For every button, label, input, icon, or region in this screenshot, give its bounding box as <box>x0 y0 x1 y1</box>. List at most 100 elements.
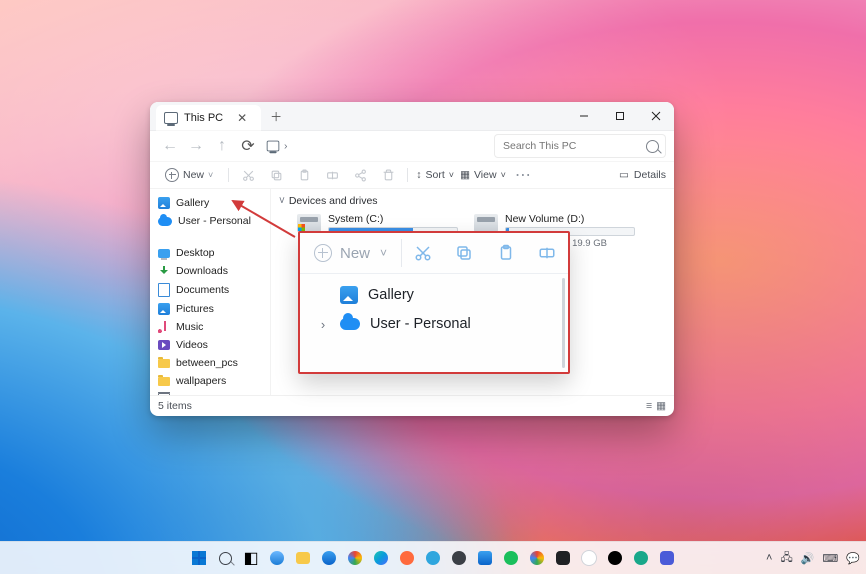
sidebar-item-pictures[interactable]: Pictures <box>156 301 264 317</box>
taskbar-app[interactable] <box>579 548 599 568</box>
chevron-right-icon[interactable]: › <box>316 317 330 332</box>
share-button[interactable] <box>349 164 371 186</box>
gallery-icon <box>158 197 170 209</box>
sidebar-item-documents[interactable]: Documents <box>156 281 264 299</box>
taskbar-app[interactable] <box>267 548 287 568</box>
copy-button[interactable] <box>265 164 287 186</box>
taskbar-app[interactable] <box>501 548 521 568</box>
close-tab-button[interactable]: ✕ <box>233 109 251 127</box>
popup-copy-button[interactable] <box>444 244 486 262</box>
refresh-button[interactable]: ⟳ <box>236 134 260 158</box>
item-count: 5 items <box>158 400 192 412</box>
delete-button[interactable] <box>377 164 399 186</box>
close-window-button[interactable] <box>638 102 674 130</box>
paste-button[interactable] <box>293 164 315 186</box>
taskbar-app[interactable] <box>605 548 625 568</box>
taskbar-app[interactable] <box>553 548 573 568</box>
taskbar-app[interactable] <box>449 548 469 568</box>
titlebar: This PC ✕ ＋ <box>150 102 674 131</box>
group-header-devices[interactable]: ˅ Devices and drives <box>271 193 674 209</box>
popup-paste-button[interactable] <box>485 244 527 262</box>
popup-toolbar: New ˅ <box>300 233 568 273</box>
taskbar-app[interactable] <box>657 548 677 568</box>
taskbar-center: ◧ <box>189 548 677 568</box>
forward-button[interactable]: → <box>184 134 208 158</box>
sidebar-item-folder-between-pcs[interactable]: between_pcs <box>156 355 264 371</box>
popup-scrollbar[interactable] <box>562 278 566 368</box>
rename-button[interactable] <box>321 164 343 186</box>
sidebar-item-music[interactable]: Music <box>156 319 264 335</box>
sidebar-item-downloads[interactable]: Downloads <box>156 263 264 279</box>
chevron-down-icon: ˅ <box>279 194 285 207</box>
sidebar-item-videos[interactable]: Videos <box>156 337 264 353</box>
search-field[interactable] <box>494 134 666 158</box>
search-button[interactable] <box>215 548 235 568</box>
folder-icon <box>158 359 170 368</box>
view-button[interactable]: ▦ View ˅ <box>460 169 506 181</box>
popup-cut-button[interactable] <box>402 244 444 262</box>
back-button[interactable]: ← <box>158 134 182 158</box>
notifications-icon[interactable]: 💬 <box>846 552 860 565</box>
this-pc-icon <box>267 141 280 152</box>
taskbar-app[interactable] <box>527 548 547 568</box>
tiles-view-toggle[interactable]: ▦ <box>656 400 666 412</box>
sort-button[interactable]: ↕ Sort ˅ <box>416 169 454 181</box>
breadcrumb[interactable]: › <box>266 140 288 152</box>
folder-icon <box>158 377 170 386</box>
new-tab-button[interactable]: ＋ <box>267 107 285 125</box>
new-button[interactable]: New ˅ <box>158 166 220 184</box>
network-icon[interactable]: 🖧 <box>780 549 792 568</box>
task-view-button[interactable]: ◧ <box>241 548 261 568</box>
status-bar: 5 items ≡ ▦ <box>150 395 674 416</box>
annotation-zoom-inset: New ˅ Gallery › User - Personal <box>298 231 570 374</box>
input-icon[interactable]: ⌨ <box>822 552 838 565</box>
taskbar-app[interactable] <box>475 548 495 568</box>
desktop-icon <box>158 249 170 258</box>
taskbar-app[interactable] <box>397 548 417 568</box>
taskbar-app[interactable] <box>423 548 443 568</box>
details-pane-button[interactable]: ▭ Details <box>619 169 666 181</box>
drive-icon <box>474 214 498 232</box>
tab-this-pc[interactable]: This PC ✕ <box>156 105 261 131</box>
search-icon <box>646 140 659 153</box>
taskbar-app[interactable] <box>319 548 339 568</box>
cut-button[interactable] <box>237 164 259 186</box>
taskbar-app[interactable] <box>345 548 365 568</box>
popup-item-onedrive[interactable]: › User - Personal <box>300 310 568 338</box>
maximize-button[interactable] <box>602 102 638 130</box>
taskbar: ◧ ˄ 🖧 🔊 ⌨ 💬 <box>0 541 866 574</box>
sidebar-item-desktop[interactable]: Desktop <box>156 245 264 261</box>
details-view-toggle[interactable]: ≡ <box>646 400 652 412</box>
onedrive-icon <box>340 318 360 330</box>
this-pc-icon <box>164 112 178 124</box>
popup-item-gallery[interactable]: Gallery <box>300 280 568 310</box>
drive-name: System (C:) <box>328 213 458 225</box>
recycle-bin-icon <box>158 393 170 395</box>
more-button[interactable]: ⋯ <box>512 164 534 186</box>
popup-new-button[interactable]: New ˅ <box>300 233 401 273</box>
documents-icon <box>158 283 170 297</box>
plus-icon <box>314 244 332 262</box>
popup-rename-button[interactable] <box>527 244 569 262</box>
taskbar-app[interactable] <box>371 548 391 568</box>
music-icon <box>158 321 170 333</box>
sidebar-item-onedrive[interactable]: User - Personal <box>156 213 264 229</box>
nav-row: ← → ↑ ⟳ › <box>150 131 674 162</box>
gallery-icon <box>340 286 358 304</box>
downloads-icon <box>158 265 170 277</box>
search-input[interactable] <box>501 139 640 153</box>
tray-overflow[interactable]: ˄ <box>766 552 772 564</box>
sidebar-item-folder-wallpapers[interactable]: wallpapers <box>156 373 264 389</box>
sidebar-item-gallery[interactable]: Gallery <box>156 195 264 211</box>
start-button[interactable] <box>189 548 209 568</box>
drive-name: New Volume (D:) <box>505 213 635 225</box>
volume-icon[interactable]: 🔊 <box>801 552 815 565</box>
onedrive-icon <box>158 217 172 226</box>
desktop-wallpaper: This PC ✕ ＋ ← → ↑ ⟳ › <box>0 0 866 574</box>
taskbar-app[interactable] <box>631 548 651 568</box>
popup-nav-list: Gallery › User - Personal <box>300 273 568 372</box>
taskbar-app[interactable] <box>293 548 313 568</box>
up-button[interactable]: ↑ <box>210 134 234 158</box>
system-tray[interactable]: ˄ 🖧 🔊 ⌨ 💬 <box>766 549 860 568</box>
minimize-button[interactable] <box>566 102 602 130</box>
